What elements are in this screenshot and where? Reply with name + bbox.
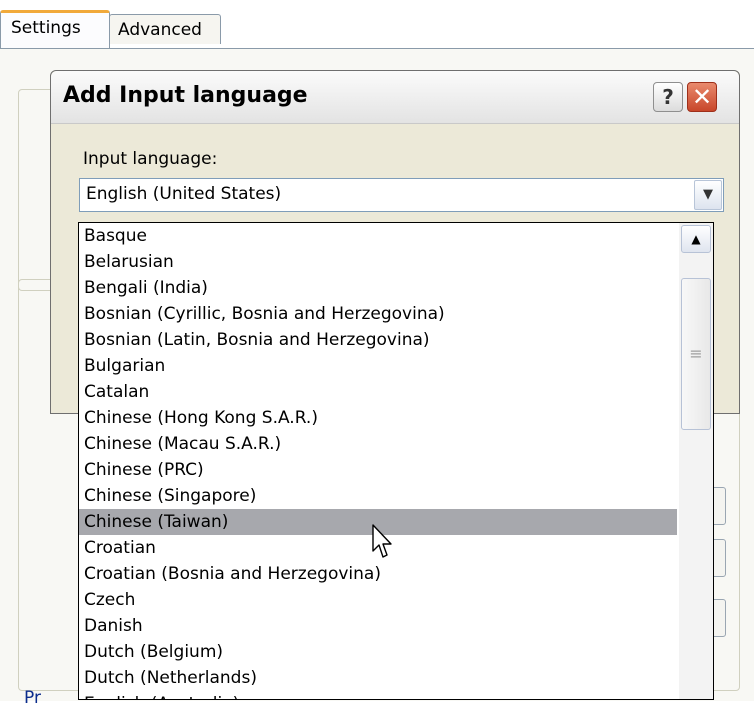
language-option[interactable]: Bengali (India)	[79, 275, 677, 301]
input-language-combobox[interactable]: English (United States) ▼	[79, 178, 724, 212]
language-option[interactable]: Croatian (Bosnia and Herzegovina)	[79, 561, 677, 587]
language-dropdown-list[interactable]: Basque Belarusian Bengali (India) Bosnian (…	[78, 222, 714, 700]
dialog-title: Add Input language	[63, 83, 308, 108]
language-option[interactable]: Bulgarian	[79, 353, 677, 379]
language-option[interactable]: Dutch (Netherlands)	[79, 665, 677, 691]
chevron-down-icon[interactable]: ▼	[694, 180, 722, 210]
language-option[interactable]: Chinese (Singapore)	[79, 483, 677, 509]
language-option[interactable]: Basque	[79, 223, 677, 249]
help-button[interactable]: ?	[653, 82, 683, 112]
combobox-value: English (United States)	[86, 184, 282, 204]
language-option[interactable]: English (Australia)	[79, 691, 677, 699]
language-option[interactable]: Bosnian (Cyrillic, Bosnia and Herzegovin…	[79, 301, 677, 327]
scrollbar-thumb[interactable]: ≡	[681, 278, 711, 430]
mouse-cursor-icon	[372, 524, 392, 558]
language-option[interactable]: Czech	[79, 587, 677, 613]
vertical-scrollbar[interactable]: ▲ ≡	[679, 223, 713, 699]
language-option[interactable]: Chinese (Hong Kong S.A.R.)	[79, 405, 677, 431]
language-option[interactable]: Belarusian	[79, 249, 677, 275]
language-option[interactable]: Catalan	[79, 379, 677, 405]
tab-settings[interactable]: Settings	[0, 10, 110, 50]
dialog-titlebar: Add Input language ? ✕	[51, 71, 739, 124]
language-option[interactable]: Chinese (Macau S.A.R.)	[79, 431, 677, 457]
language-option[interactable]: Bosnian (Latin, Bosnia and Herzegovina)	[79, 327, 677, 353]
scroll-up-icon[interactable]: ▲	[681, 225, 711, 253]
language-list: Basque Belarusian Bengali (India) Bosnian (…	[79, 223, 677, 699]
tab-advanced[interactable]: Advanced	[109, 14, 221, 44]
background-label: Pr	[24, 688, 41, 708]
language-option[interactable]: Danish	[79, 613, 677, 639]
tab-strip: Settings Advanced	[0, 0, 754, 52]
input-language-label: Input language:	[83, 149, 218, 169]
close-button[interactable]: ✕	[687, 82, 717, 112]
language-option[interactable]: Dutch (Belgium)	[79, 639, 677, 665]
language-option[interactable]: Chinese (PRC)	[79, 457, 677, 483]
